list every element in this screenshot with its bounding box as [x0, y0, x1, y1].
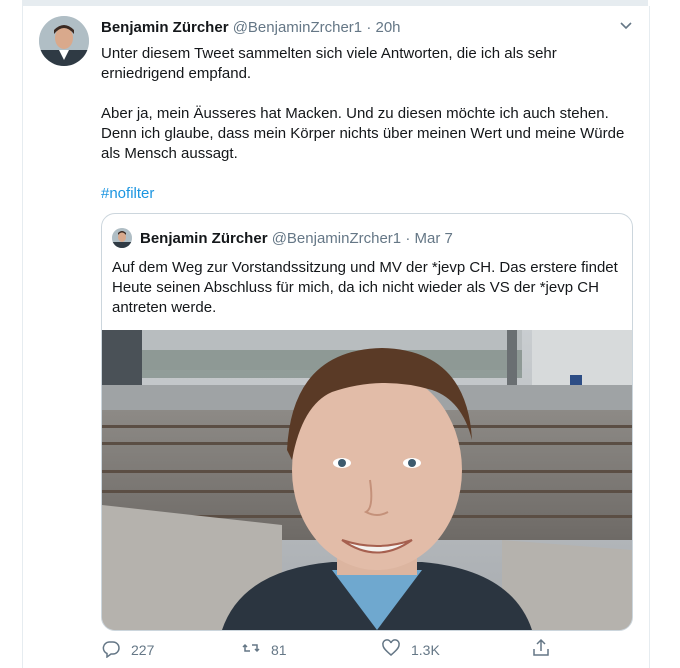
hashtag-link[interactable]: #nofilter	[101, 185, 154, 202]
separator-dot: ·	[366, 19, 372, 36]
like-button[interactable]: 1.3K	[381, 638, 440, 661]
retweet-count: 81	[271, 641, 287, 658]
heart-icon	[381, 638, 401, 661]
quoted-tweet-photo[interactable]	[102, 330, 632, 630]
quoted-tweet-text: Auf dem Weg zur Vorstandssitzung und MV …	[112, 258, 627, 318]
quoted-text-paragraph: Auf dem Weg zur Vorstandssitzung und MV …	[112, 259, 618, 316]
author-name[interactable]: Benjamin Zürcher	[101, 19, 229, 36]
tweet-time[interactable]: 20h	[376, 19, 401, 36]
quoted-date: Mar 7	[414, 229, 453, 247]
tweet-body: Unter diesem Tweet sammelten sich viele …	[101, 44, 631, 204]
share-icon	[531, 638, 551, 661]
tweet-actions: 227 81 1.3K	[101, 638, 641, 662]
quoted-tweet[interactable]: Benjamin Zürcher @BenjaminZrcher1 · Mar …	[101, 213, 633, 631]
quoted-tweet-header: Benjamin Zürcher @BenjaminZrcher1 · Mar …	[112, 228, 453, 248]
author-handle[interactable]: @BenjaminZrcher1	[233, 19, 362, 36]
like-count: 1.3K	[411, 641, 440, 658]
quoted-author-handle: @BenjaminZrcher1	[271, 229, 402, 247]
reply-count: 227	[131, 641, 155, 658]
reply-icon	[101, 638, 121, 661]
retweet-button[interactable]: 81	[241, 638, 287, 661]
share-button[interactable]	[531, 638, 551, 661]
tweet-paragraph: Aber ja, mein Äusseres hat Macken. Und z…	[101, 105, 625, 162]
tweet-paragraph: Unter diesem Tweet sammelten sich viele …	[101, 45, 557, 82]
retweet-icon	[241, 638, 261, 661]
tweet-card[interactable]: Benjamin Zürcher @BenjaminZrcher1 · 20h …	[22, 6, 650, 668]
quoted-author-avatar	[112, 228, 132, 248]
chevron-down-icon[interactable]	[619, 18, 633, 32]
author-avatar[interactable]	[39, 16, 89, 66]
separator-dot: ·	[405, 229, 411, 247]
tweet-header: Benjamin Zürcher @BenjaminZrcher1 · 20h	[101, 19, 401, 36]
reply-button[interactable]: 227	[101, 638, 154, 661]
quoted-author-name: Benjamin Zürcher	[140, 229, 268, 247]
